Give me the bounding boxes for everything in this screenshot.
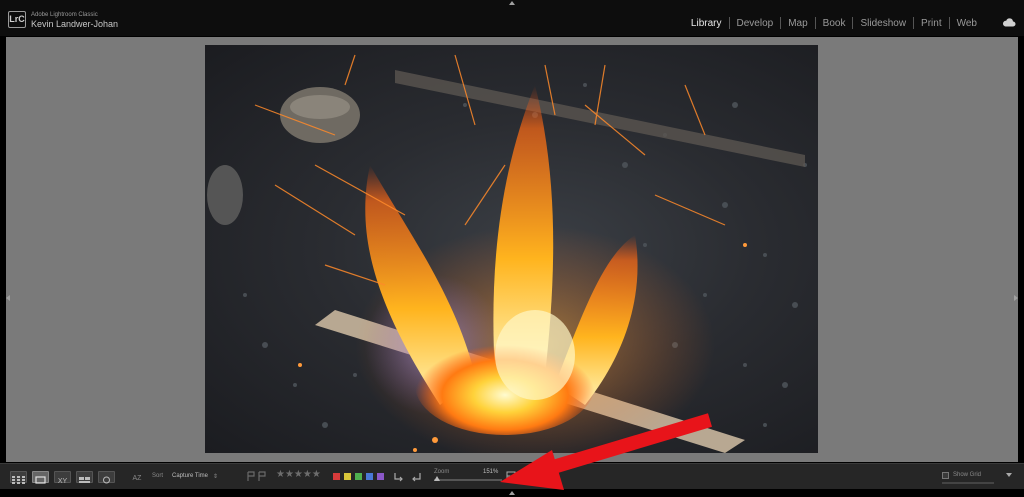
- compare-view-button[interactable]: XY: [54, 471, 71, 485]
- color-label-swatch[interactable]: [355, 473, 362, 480]
- identity-plate-user: Kevin Landwer-Johan: [31, 19, 119, 29]
- sort-dropdown-icon[interactable]: ⇕: [213, 473, 218, 480]
- survey-view-icon: [79, 477, 90, 483]
- survey-view-button[interactable]: [76, 471, 93, 483]
- color-label-swatch[interactable]: [344, 473, 351, 480]
- loupe-view-icon: [35, 476, 46, 484]
- module-web[interactable]: Web: [950, 18, 984, 29]
- color-label-swatch[interactable]: [377, 473, 384, 480]
- sort-label: Sort: [152, 473, 164, 479]
- grid-view-icon: [12, 476, 25, 484]
- grid-size-slider[interactable]: [942, 482, 994, 484]
- people-view-button[interactable]: [98, 471, 115, 484]
- cloud-icon[interactable]: [1002, 17, 1016, 27]
- module-picker: Library Develop Map Book Slideshow Print…: [684, 17, 984, 29]
- module-print[interactable]: Print: [914, 18, 949, 29]
- sort-direction-icon[interactable]: AZ: [130, 472, 144, 482]
- fire-photo-image: [207, 54, 807, 453]
- show-grid-label: Show Grid: [953, 472, 982, 478]
- app-name: Adobe Lightroom Classic: [31, 12, 98, 18]
- left-panel-collapse-icon[interactable]: [6, 295, 10, 301]
- module-library[interactable]: Library: [684, 18, 729, 29]
- toolbar-menu-icon[interactable]: [1006, 473, 1012, 477]
- module-develop[interactable]: Develop: [730, 18, 781, 29]
- module-map[interactable]: Map: [781, 18, 814, 29]
- people-view-icon: [103, 476, 110, 484]
- flag-icon[interactable]: [246, 471, 268, 482]
- color-label-swatch[interactable]: [366, 473, 373, 480]
- svg-text:AZ: AZ: [133, 475, 143, 482]
- zoom-slider-thumb[interactable]: [434, 476, 441, 481]
- sort-select[interactable]: Capture Time: [172, 473, 208, 479]
- color-label-swatch[interactable]: [333, 473, 340, 480]
- star-rating[interactable]: ★★★★★: [276, 469, 321, 480]
- svg-text:XY: XY: [58, 478, 68, 485]
- loupe-view-button[interactable]: [32, 471, 49, 484]
- right-panel-collapse-icon[interactable]: [1014, 295, 1018, 301]
- show-grid-checkbox[interactable]: [942, 472, 949, 479]
- compare-view-icon: XY: [58, 478, 68, 485]
- module-slideshow[interactable]: Slideshow: [853, 18, 913, 29]
- module-book[interactable]: Book: [816, 18, 853, 29]
- rotate-icon[interactable]: [392, 471, 424, 483]
- annotation-arrow-icon: [500, 413, 713, 490]
- photo-preview[interactable]: [205, 45, 818, 453]
- top-bar: LrC Adobe Lightroom Classic Kevin Landwe…: [0, 0, 1024, 36]
- zoom-label: Zoom: [434, 469, 450, 475]
- lightroom-logo: LrC: [8, 11, 26, 28]
- grid-view-button[interactable]: [10, 471, 27, 484]
- top-panel-collapse-icon[interactable]: [509, 1, 515, 5]
